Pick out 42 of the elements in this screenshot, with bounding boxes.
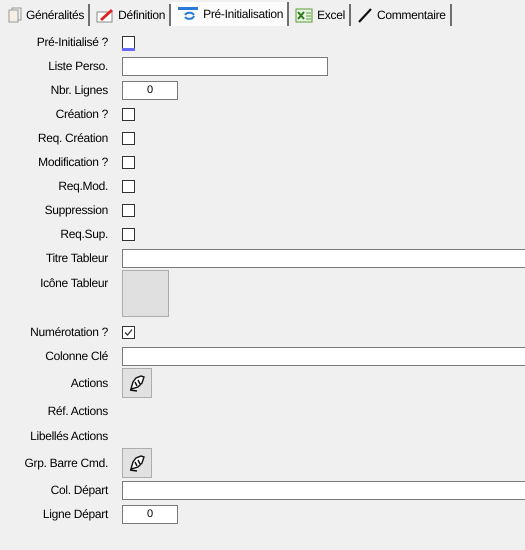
hand-button[interactable]: [122, 448, 152, 478]
field-label: Req.Mod.: [58, 179, 108, 193]
pen-icon: [96, 7, 114, 23]
hand-button[interactable]: [122, 368, 152, 398]
pen-icon: [356, 7, 373, 23]
checkbox[interactable]: [122, 156, 135, 168]
input-field[interactable]: 0: [122, 80, 178, 100]
spreadsheet-icon: [295, 7, 314, 23]
field-label: Titre Tableur: [46, 251, 108, 265]
checkbox[interactable]: [122, 228, 135, 240]
pages-icon: [8, 7, 22, 23]
input-field[interactable]: 0: [122, 504, 178, 524]
field-label: Col. Départ: [50, 483, 108, 497]
field-label: Icône Tableur: [40, 276, 108, 290]
checkbox[interactable]: [122, 132, 135, 144]
checkbox[interactable]: [122, 36, 135, 48]
field-label: Req.Sup.: [60, 227, 108, 241]
checkbox[interactable]: [122, 204, 135, 216]
field-label: Modification ?: [38, 155, 108, 169]
checkbox[interactable]: [122, 180, 135, 192]
field-label: Grp. Barre Cmd.: [24, 456, 108, 470]
input-field[interactable]: [122, 346, 525, 366]
field-label: Libellés Actions: [30, 428, 108, 442]
field-label: Req. Création: [38, 131, 108, 145]
field-label: Liste Perso.: [48, 59, 108, 73]
field-label: Numérotation ?: [30, 325, 108, 339]
check-icon: [124, 328, 133, 336]
field-label: Ligne Départ: [42, 507, 108, 521]
input-field[interactable]: [122, 480, 525, 500]
tab[interactable]: Pré-Initialisation: [171, 2, 290, 26]
field-label: Actions: [70, 376, 108, 390]
field-label: Pré-Initialisé ?: [36, 35, 108, 49]
input-field[interactable]: [122, 56, 328, 76]
checkbox[interactable]: [122, 108, 135, 120]
field-label: Suppression: [44, 203, 108, 217]
window-refresh-icon: [177, 6, 200, 22]
field-label: Création ?: [56, 107, 108, 121]
field-label: Réf. Actions: [48, 404, 108, 418]
input-field[interactable]: [122, 248, 525, 268]
checkbox[interactable]: [122, 326, 135, 338]
field-label: Colonne Clé: [45, 349, 108, 363]
field-label: Nbr. Lignes: [50, 83, 108, 97]
